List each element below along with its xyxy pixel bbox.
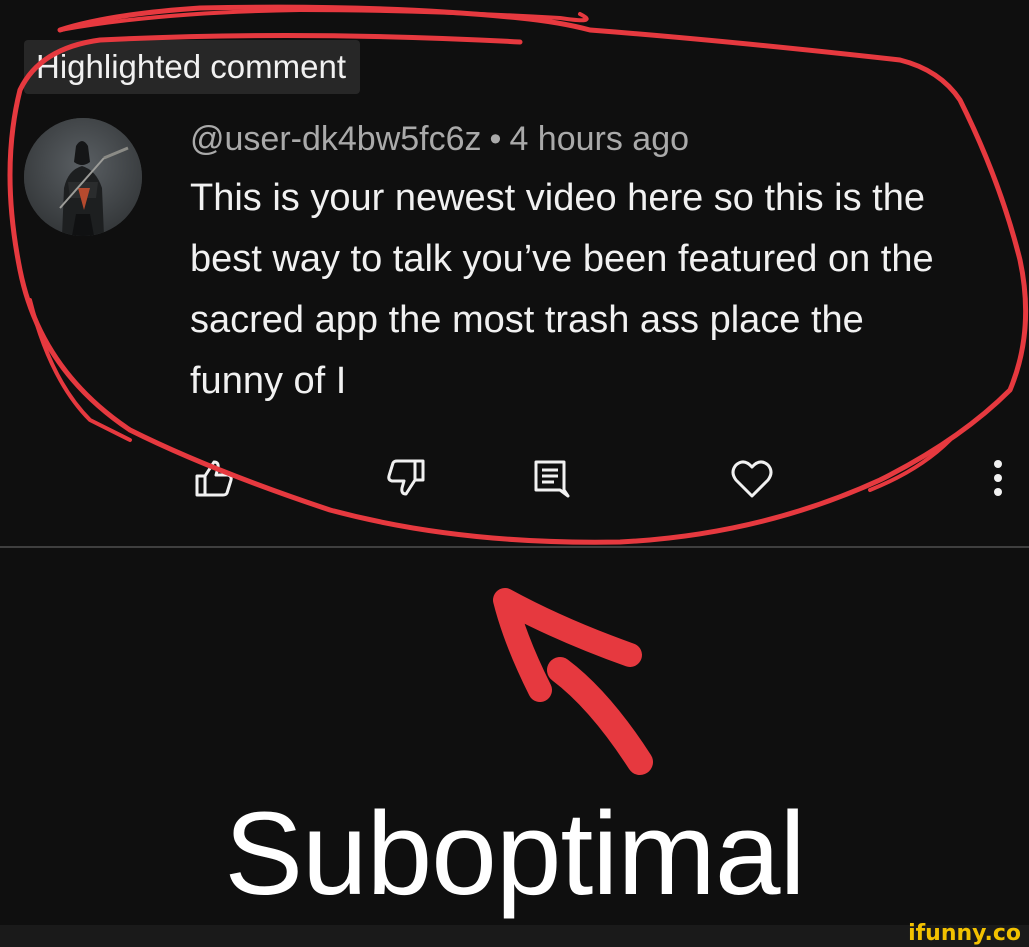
comment-line: funny of I [190, 360, 347, 402]
avatar-image [24, 118, 142, 236]
comment-line: This is your newest video here so this i… [190, 177, 926, 219]
red-arrow-annotation [493, 588, 653, 775]
meta-separator: • [489, 120, 502, 158]
reply-comment-icon [534, 460, 570, 498]
avatar[interactable] [24, 118, 142, 236]
comment-line: best way to talk you’ve been featured on… [190, 238, 934, 280]
reply-button[interactable] [524, 452, 576, 504]
like-button[interactable] [188, 452, 240, 504]
meme-caption: Suboptimal [224, 788, 805, 920]
creator-heart-button[interactable] [726, 452, 778, 504]
comment-timestamp[interactable]: 4 hours ago [509, 120, 689, 158]
watermark-bar: ifunny.co [0, 921, 1029, 947]
thumb-up-icon [195, 460, 233, 497]
comment-line: sacred app the most trash ass place the [190, 299, 864, 341]
divider [0, 546, 1029, 548]
comment-author-handle[interactable]: @user-dk4bw5fc6z [190, 120, 482, 158]
heart-icon [731, 460, 773, 498]
comment-body: This is your newest video here so this i… [190, 168, 1020, 412]
dislike-button[interactable] [380, 452, 432, 504]
ifunny-watermark: ifunny.co [908, 921, 1021, 946]
highlighted-comment-badge: Highlighted comment [24, 40, 360, 94]
thumb-down-icon [387, 459, 425, 496]
more-vertical-icon [994, 460, 1002, 496]
more-options-button[interactable] [974, 452, 1022, 504]
comment-meta: @user-dk4bw5fc6z • 4 hours ago [190, 116, 689, 162]
